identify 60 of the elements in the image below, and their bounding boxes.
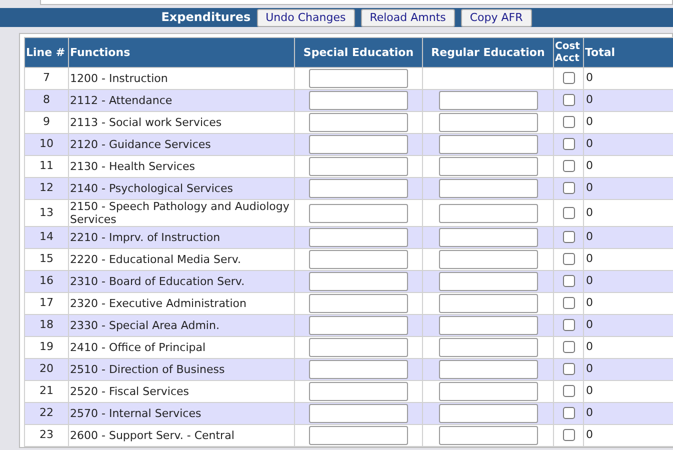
input-field[interactable] (438, 382, 538, 401)
input-field[interactable] (438, 113, 538, 132)
section-title: Expenditures (161, 9, 251, 26)
checkbox[interactable] (562, 206, 574, 219)
input-field[interactable] (309, 426, 408, 445)
input-field[interactable] (438, 426, 538, 445)
input-field[interactable] (438, 179, 538, 198)
input-field[interactable] (309, 157, 408, 176)
checkbox[interactable] (562, 407, 574, 420)
input-field[interactable] (309, 294, 408, 313)
checkbox[interactable] (562, 385, 574, 398)
input-field[interactable] (438, 294, 538, 313)
checkbox[interactable] (562, 429, 574, 442)
input-field[interactable] (438, 272, 538, 291)
checkbox[interactable] (562, 253, 574, 266)
toolbar-button[interactable]: Copy AFR (460, 9, 532, 27)
input-field[interactable] (309, 250, 408, 269)
table-cell: 23 (24, 424, 68, 446)
input-field[interactable] (438, 204, 538, 222)
column-header: Functions (68, 38, 294, 68)
checkbox[interactable] (562, 182, 574, 194)
input-field[interactable] (309, 204, 408, 222)
checkbox[interactable] (562, 138, 574, 150)
checkbox[interactable] (562, 319, 574, 332)
checkbox[interactable] (562, 363, 574, 376)
input-field[interactable] (438, 250, 538, 269)
column-header: Regular Education (422, 38, 554, 68)
input-field[interactable] (309, 91, 408, 110)
input-field[interactable] (438, 316, 538, 335)
checkbox[interactable] (562, 72, 574, 84)
input-field[interactable] (309, 113, 408, 132)
checkbox[interactable] (562, 94, 574, 106)
column-header: Special Education (294, 38, 422, 68)
checkbox[interactable] (562, 297, 574, 310)
input-field[interactable] (309, 382, 408, 401)
input-field[interactable] (438, 228, 538, 247)
input-field[interactable] (309, 360, 408, 379)
input-field[interactable] (309, 316, 408, 335)
checkbox[interactable] (562, 275, 574, 288)
input-field[interactable] (309, 179, 408, 198)
input-field[interactable] (438, 157, 538, 176)
input-field[interactable] (309, 69, 408, 88)
input-field[interactable] (309, 404, 408, 423)
column-header: Line # (24, 38, 68, 68)
input-field[interactable] (309, 228, 408, 247)
toolbar-button[interactable]: Undo Changes (256, 9, 355, 27)
checkbox[interactable] (562, 231, 574, 244)
input-field[interactable] (438, 404, 538, 423)
checkbox[interactable] (562, 160, 574, 172)
toolbar-button[interactable]: Reload Amnts (360, 9, 455, 27)
input-field[interactable] (309, 135, 408, 154)
input-field[interactable] (309, 272, 408, 291)
input-field[interactable] (438, 360, 538, 379)
input-field[interactable] (438, 91, 538, 110)
input-field[interactable] (309, 338, 408, 357)
table-cell: 2600 - Support Serv. - Central (68, 424, 294, 446)
input-field[interactable] (438, 338, 538, 357)
checkbox[interactable] (562, 116, 574, 128)
checkbox[interactable] (562, 341, 574, 354)
input-field[interactable] (438, 135, 538, 154)
